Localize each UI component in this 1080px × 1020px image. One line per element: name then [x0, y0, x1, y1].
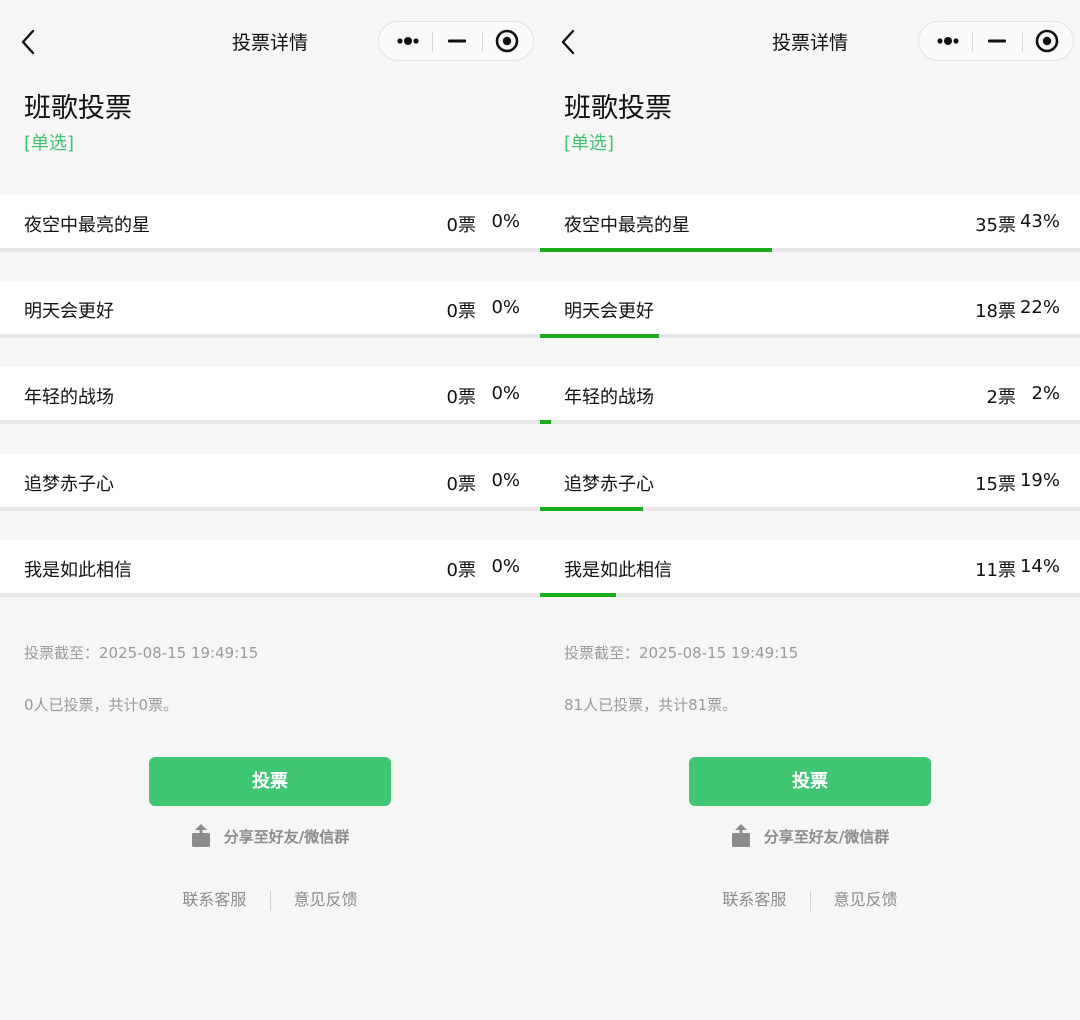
progress-track: [0, 593, 540, 597]
share-label: 分享至好友/微信群: [763, 827, 890, 846]
navigation-bar: 投票详情: [540, 0, 1080, 84]
option-vote-count: 2票: [986, 387, 1016, 408]
share-button[interactable]: 分享至好友/微信群: [540, 824, 1080, 848]
share-label: 分享至好友/微信群: [223, 827, 350, 846]
option-percent: 0%: [491, 211, 520, 232]
contact-service-link[interactable]: 联系客服: [722, 886, 786, 910]
vote-option[interactable]: 追梦赤子心 0票 0%: [0, 454, 540, 511]
option-label: 追梦赤子心: [24, 474, 114, 495]
option-vote-count: 0票: [446, 474, 476, 495]
option-percent: 0%: [491, 297, 520, 318]
vote-option[interactable]: 我是如此相信 11票 14%: [540, 540, 1080, 597]
option-vote-count: 0票: [446, 215, 476, 236]
vote-option[interactable]: 夜空中最亮的星 0票 0%: [0, 195, 540, 252]
option-percent: 43%: [1019, 211, 1060, 232]
vote-panel-before: 投票详情 班歌投票 [单选] 夜空中最亮的星 0票 0% 明天会更好 0票 0%…: [0, 0, 540, 1020]
option-label: 年轻的战场: [564, 387, 654, 408]
vote-deadline: 投票截至：2025-08-15 19:49:15: [24, 644, 259, 662]
progress-track: [0, 420, 540, 424]
more-dots-icon[interactable]: [921, 22, 973, 60]
progress-track: [0, 334, 540, 338]
vote-option[interactable]: 追梦赤子心 15票 19%: [540, 454, 1080, 511]
option-percent: 19%: [1019, 470, 1060, 491]
mini-program-capsule: [918, 21, 1074, 61]
vote-type-label: [单选]: [24, 133, 75, 154]
option-label: 明天会更好: [24, 301, 114, 322]
navigation-bar: 投票详情: [0, 0, 540, 84]
vote-panel-after: 投票详情 班歌投票 [单选] 夜空中最亮的星 35票 43% 明天会更好 18票…: [540, 0, 1080, 1020]
option-percent: 0%: [491, 470, 520, 491]
option-vote-count: 0票: [446, 301, 476, 322]
share-button[interactable]: 分享至好友/微信群: [0, 824, 540, 848]
vote-option[interactable]: 明天会更好 18票 22%: [540, 281, 1080, 338]
footer-divider: [809, 890, 811, 911]
option-vote-count: 0票: [446, 387, 476, 408]
mini-program-capsule: [378, 21, 534, 61]
progress-fill: [540, 593, 616, 597]
option-label: 夜空中最亮的星: [564, 215, 690, 236]
footer-links: 联系客服 意见反馈: [0, 886, 540, 911]
vote-summary: 81人已投票，共计81票。: [564, 696, 738, 714]
option-vote-count: 18票: [975, 301, 1016, 322]
target-close-icon[interactable]: [1021, 22, 1073, 60]
vote-button[interactable]: 投票: [689, 757, 931, 806]
option-percent: 0%: [491, 556, 520, 577]
option-vote-count: 35票: [975, 215, 1016, 236]
option-label: 追梦赤子心: [564, 474, 654, 495]
progress-fill: [540, 248, 772, 252]
option-percent: 2%: [1031, 383, 1060, 404]
minimize-icon[interactable]: [971, 22, 1023, 60]
option-percent: 14%: [1019, 556, 1060, 577]
progress-track: [540, 420, 1080, 424]
screenshot-stage: 投票详情 班歌投票 [单选] 夜空中最亮的星 0票 0% 明天会更好 0票 0%…: [0, 0, 1080, 1020]
feedback-link[interactable]: 意见反馈: [834, 886, 898, 910]
vote-option[interactable]: 明天会更好 0票 0%: [0, 281, 540, 338]
progress-fill: [540, 420, 551, 424]
progress-track: [540, 593, 1080, 597]
share-icon: [731, 824, 750, 847]
feedback-link[interactable]: 意见反馈: [294, 886, 358, 910]
vote-option[interactable]: 年轻的战场 2票 2%: [540, 367, 1080, 424]
option-vote-count: 11票: [975, 560, 1016, 581]
vote-summary: 0人已投票，共计0票。: [24, 696, 179, 714]
option-vote-count: 15票: [975, 474, 1016, 495]
option-vote-count: 0票: [446, 560, 476, 581]
option-percent: 0%: [491, 383, 520, 404]
more-dots-icon[interactable]: [381, 22, 433, 60]
option-label: 明天会更好: [564, 301, 654, 322]
vote-title: 班歌投票: [24, 93, 132, 124]
option-label: 年轻的战场: [24, 387, 114, 408]
progress-fill: [540, 334, 659, 338]
target-close-icon[interactable]: [481, 22, 533, 60]
vote-option[interactable]: 夜空中最亮的星 35票 43%: [540, 195, 1080, 252]
progress-track: [0, 507, 540, 511]
progress-track: [0, 248, 540, 252]
footer-links: 联系客服 意见反馈: [540, 886, 1080, 911]
option-label: 我是如此相信: [564, 560, 672, 581]
minimize-icon[interactable]: [431, 22, 483, 60]
vote-button[interactable]: 投票: [149, 757, 391, 806]
footer-divider: [269, 890, 271, 911]
contact-service-link[interactable]: 联系客服: [182, 886, 246, 910]
share-icon: [191, 824, 210, 847]
vote-option[interactable]: 我是如此相信 0票 0%: [0, 540, 540, 597]
vote-option[interactable]: 年轻的战场 0票 0%: [0, 367, 540, 424]
vote-title: 班歌投票: [564, 93, 672, 124]
vote-type-label: [单选]: [564, 133, 615, 154]
option-percent: 22%: [1019, 297, 1060, 318]
progress-fill: [540, 507, 643, 511]
option-label: 我是如此相信: [24, 560, 132, 581]
option-label: 夜空中最亮的星: [24, 215, 150, 236]
vote-deadline: 投票截至：2025-08-15 19:49:15: [564, 644, 799, 662]
